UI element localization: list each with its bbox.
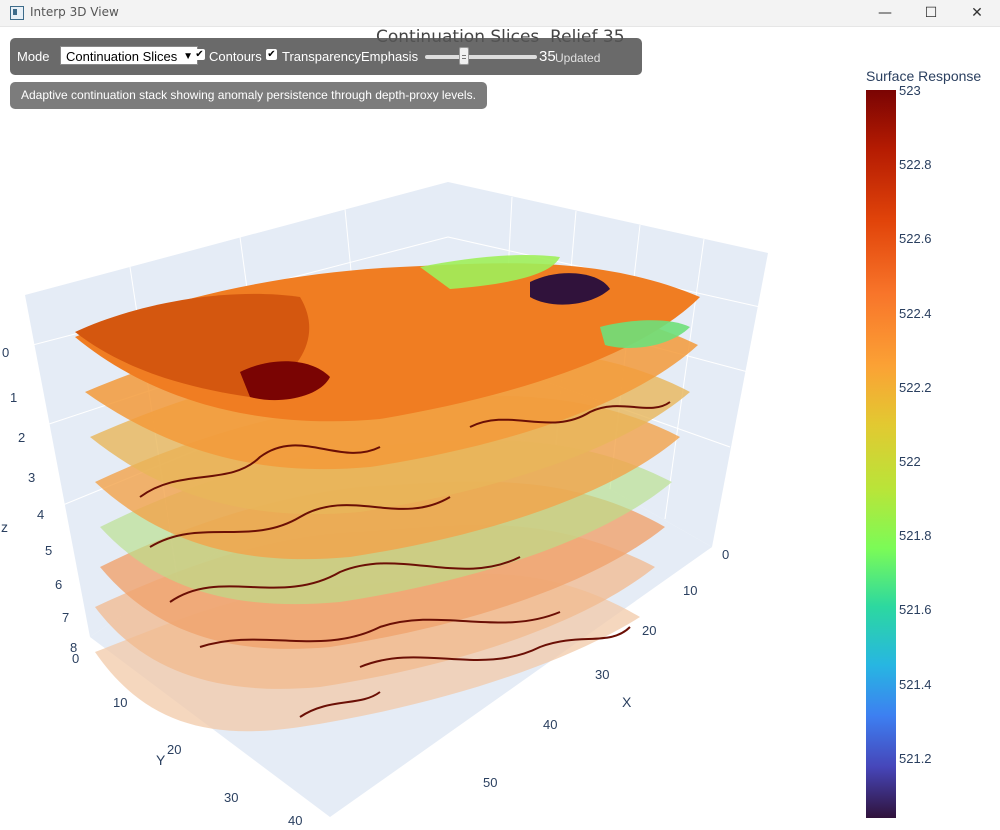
x-tick: 50 — [483, 775, 497, 790]
transparency-checkbox[interactable]: ✔ — [266, 49, 277, 60]
control-toolbar: Mode Continuation Slices ▼ ✔ Contours ✔ … — [10, 38, 642, 75]
z-tick: 5 — [45, 543, 52, 558]
scene-3d[interactable]: 0 1 2 3 4 5 6 7 8 z 0 10 20 30 40 Y 0 10… — [0, 27, 1000, 828]
x-tick: 30 — [595, 667, 609, 682]
colorbar-tick: 522.8 — [899, 157, 932, 173]
x-tick: 20 — [642, 623, 656, 638]
title-bar: Interp 3D View — ☐ ✕ — [0, 0, 1000, 27]
y-tick: 30 — [224, 790, 238, 805]
relief-slider-thumb[interactable] — [459, 47, 470, 65]
colorbar-tick: 523 — [899, 83, 921, 98]
colorbar-title: Surface Response — [866, 68, 982, 84]
minimize-button[interactable]: — — [862, 0, 908, 26]
colorbar-tick: 521.8 — [899, 528, 932, 544]
mode-select-value: Continuation Slices — [66, 49, 178, 64]
relief-value: 35 — [539, 48, 556, 65]
maximize-button[interactable]: ☐ — [908, 0, 954, 26]
y-tick: 10 — [113, 695, 127, 710]
y-axis-label: Y — [156, 752, 166, 768]
description-banner: Adaptive continuation stack showing anom… — [10, 82, 487, 109]
colorbar-tick: 522.6 — [899, 231, 932, 247]
colorbar — [866, 90, 896, 818]
x-tick: 0 — [722, 547, 729, 562]
plot-area[interactable]: 0 1 2 3 4 5 6 7 8 z 0 10 20 30 40 Y 0 10… — [0, 27, 1000, 828]
transparency-label: TransparencyEmphasis — [282, 49, 419, 64]
mode-select[interactable]: Continuation Slices ▼ — [60, 46, 198, 65]
y-tick: 20 — [167, 742, 181, 757]
colorbar-tick: 521.4 — [899, 676, 932, 692]
z-tick: 2 — [18, 430, 25, 445]
app-icon — [10, 6, 24, 20]
x-axis-label: X — [622, 694, 632, 710]
window-title: Interp 3D View — [30, 5, 119, 19]
z-tick: 3 — [28, 470, 35, 485]
dropdown-arrow-icon: ▼ — [183, 51, 193, 62]
colorbar-tick: 521.6 — [899, 602, 932, 618]
relief-slider-track[interactable] — [425, 55, 537, 59]
z-tick: 0 — [2, 345, 9, 360]
colorbar-tick: 522.2 — [899, 379, 932, 395]
x-tick: 40 — [543, 717, 557, 732]
mode-label: Mode — [17, 49, 50, 64]
z-tick: 6 — [55, 577, 62, 592]
colorbar-tick: 522 — [899, 454, 921, 469]
z-tick: 1 — [10, 390, 17, 405]
z-tick: 4 — [37, 507, 44, 522]
x-tick: 10 — [683, 583, 697, 598]
z-tick: 7 — [62, 610, 69, 625]
contours-label: Contours — [209, 49, 262, 64]
status-text: Updated — [555, 51, 601, 65]
colorbar-tick: 521.2 — [899, 750, 932, 766]
y-tick: 40 — [288, 813, 302, 826]
z-axis-label: z — [1, 519, 8, 535]
colorbar-tick: 522.4 — [899, 305, 932, 321]
y-tick: 0 — [72, 651, 79, 666]
close-button[interactable]: ✕ — [954, 0, 1000, 26]
contours-checkbox[interactable]: ✔ — [194, 49, 205, 60]
